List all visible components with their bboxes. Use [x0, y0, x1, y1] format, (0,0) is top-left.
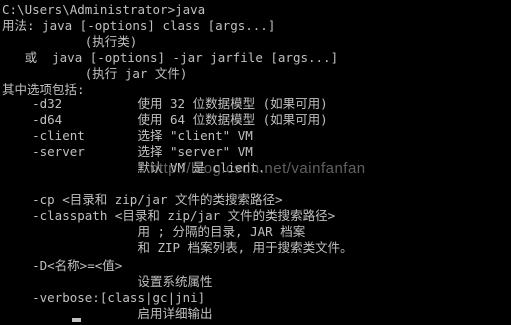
console-line: -server 选择 "server" VM — [2, 144, 253, 159]
console-line: -verbose:[class|gc|jni] — [2, 290, 206, 305]
console-line: -D<名称>=<值> — [2, 258, 123, 273]
console-line: -cp <目录和 zip/jar 文件的类搜索路径> — [2, 192, 283, 207]
console-line: (执行 jar 文件) — [2, 66, 188, 81]
console-line: 启用详细输出 — [2, 306, 213, 321]
console-line: -client 选择 "client" VM — [2, 128, 253, 143]
console-line: (执行类) — [2, 34, 138, 49]
console-line: -classpath <目录和 zip/jar 文件的类搜索路径> — [2, 208, 336, 223]
console-line: -d64 使用 64 位数据模型 (如果可用) — [2, 112, 328, 127]
console-line: 和 ZIP 档案列表, 用于搜索类文件。 — [2, 240, 353, 255]
text-cursor — [72, 318, 81, 322]
watermark-url: http://blog.csdn.net/vainfanfan — [150, 160, 366, 177]
console-line: 用法: java [-options] class [args...] — [2, 18, 276, 33]
console-window[interactable]: C:\Users\Administrator>java 用法: java [-o… — [0, 0, 511, 325]
console-line: -d32 使用 32 位数据模型 (如果可用) — [2, 96, 328, 111]
console-line: C:\Users\Administrator>java — [2, 2, 206, 17]
console-line: 或 java [-options] -jar jarfile [args...] — [2, 50, 339, 65]
console-line: 用 ; 分隔的目录, JAR 档案 — [2, 224, 306, 239]
console-line: 设置系统属性 — [2, 274, 213, 289]
